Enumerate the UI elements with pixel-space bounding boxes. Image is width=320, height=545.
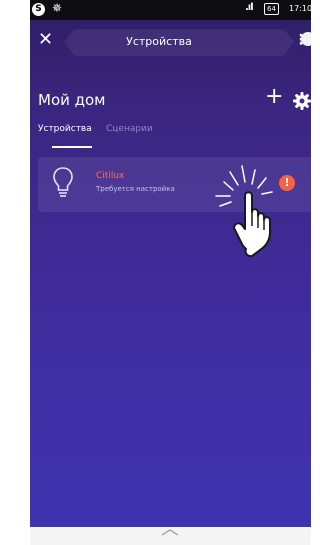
chevron-up-icon[interactable] bbox=[160, 527, 180, 537]
close-button[interactable]: ✕ bbox=[38, 31, 53, 49]
device-name: Citilux bbox=[96, 171, 125, 181]
gear-icon[interactable] bbox=[292, 91, 311, 111]
tab-scenarios[interactable]: Сценарии bbox=[106, 124, 153, 134]
page-title: Устройства bbox=[126, 35, 192, 48]
battery-indicator: 64 bbox=[264, 3, 279, 15]
skype-icon: S bbox=[32, 3, 45, 16]
tab-devices[interactable]: Устройства bbox=[38, 124, 92, 134]
avatar[interactable] bbox=[301, 32, 311, 46]
device-status: Требуется настройка bbox=[96, 185, 175, 193]
active-tab-indicator bbox=[52, 146, 92, 148]
nav-bar bbox=[30, 527, 311, 545]
signal-icon: .ıl bbox=[245, 2, 254, 13]
add-button[interactable]: + bbox=[265, 86, 283, 108]
top-bar: ✕ Устройства ⋮ bbox=[30, 20, 311, 66]
phone-screen: S ✵ .ıl 64 17:10 ✕ Устройства ⋮ Мой дом … bbox=[30, 0, 311, 545]
tap-hand-icon bbox=[215, 165, 273, 258]
status-bar: S ✵ .ıl 64 17:10 bbox=[30, 0, 311, 20]
title-pill: Устройства ⋮ bbox=[64, 29, 308, 56]
home-title: Мой дом bbox=[38, 91, 106, 109]
bug-icon: ✵ bbox=[52, 1, 63, 15]
clock: 17:10 bbox=[289, 4, 311, 13]
bulb-icon bbox=[53, 167, 73, 197]
